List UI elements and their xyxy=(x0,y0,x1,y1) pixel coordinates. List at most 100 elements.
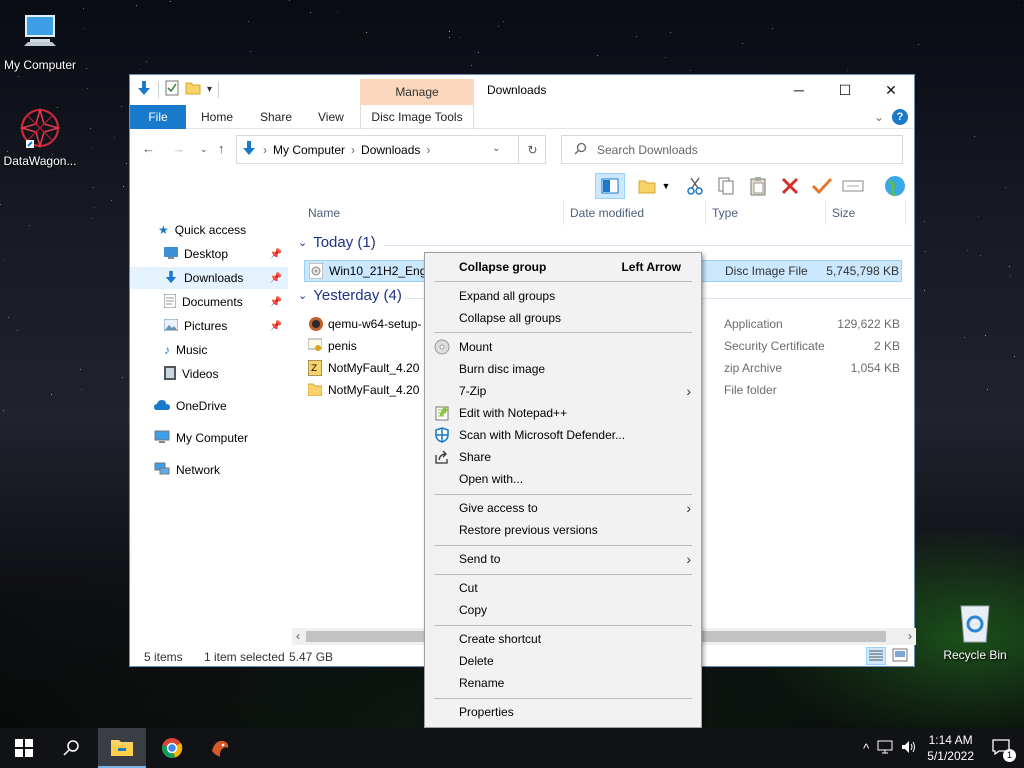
start-button[interactable] xyxy=(0,728,48,768)
column-header-date-modified[interactable]: Date modified xyxy=(564,201,706,225)
group-header-today[interactable]: ⌄ Today (1) xyxy=(298,234,376,251)
show-hidden-icons-icon[interactable]: ^ xyxy=(863,741,869,756)
details-view-icon[interactable] xyxy=(866,647,886,665)
menu-item-collapse-group[interactable]: Collapse group Left Arrow xyxy=(425,256,701,278)
taskbar-app[interactable] xyxy=(196,728,244,768)
nav-item-downloads[interactable]: Downloads 📌 xyxy=(130,267,288,289)
breadcrumb-separator-icon[interactable]: › xyxy=(426,143,430,157)
menu-item-cut[interactable]: Cut xyxy=(425,577,701,599)
search-taskbar-button[interactable] xyxy=(48,728,96,768)
pin-icon[interactable]: 📌 xyxy=(270,297,282,308)
expand-ribbon-icon[interactable]: ⌄ xyxy=(874,110,884,124)
nav-item-quick-access[interactable]: ★ Quick access xyxy=(130,219,288,241)
menu-item-label: Give access to xyxy=(459,501,538,515)
breadcrumb-downloads[interactable]: Downloads xyxy=(361,143,420,157)
tab-disc-image-tools[interactable]: Disc Image Tools xyxy=(360,105,474,129)
network-tray-icon[interactable] xyxy=(877,740,893,757)
group-header-yesterday[interactable]: ⌄ Yesterday (4) xyxy=(298,287,402,304)
nav-item-pictures[interactable]: Pictures 📌 xyxy=(130,315,288,337)
tab-share[interactable]: Share xyxy=(260,105,292,129)
maximize-button[interactable]: ☐ xyxy=(822,75,868,105)
nav-item-music[interactable]: ♪ Music xyxy=(130,339,288,361)
clock[interactable]: 1:14 AM 5/1/2022 xyxy=(927,732,974,764)
forward-arrow-icon[interactable]: → xyxy=(172,141,185,156)
menu-item-rename[interactable]: Rename xyxy=(425,672,701,694)
minimize-button[interactable]: ─ xyxy=(776,75,822,105)
paste-icon[interactable] xyxy=(747,175,769,197)
menu-item-7zip[interactable]: 7-Zip › xyxy=(425,380,701,402)
menu-item-scan-with-defender[interactable]: Scan with Microsoft Defender... xyxy=(425,424,701,446)
menu-item-copy[interactable]: Copy xyxy=(425,599,701,621)
scroll-right-icon[interactable]: › xyxy=(908,629,912,643)
menu-item-burn-disc-image[interactable]: Burn disc image xyxy=(425,358,701,380)
menu-item-send-to[interactable]: Send to › xyxy=(425,548,701,570)
manage-contextual-tab-header[interactable]: Manage xyxy=(360,79,474,105)
menu-item-mount[interactable]: Mount xyxy=(425,336,701,358)
taskbar-file-explorer[interactable] xyxy=(98,728,146,768)
preview-pane-icon[interactable] xyxy=(595,173,625,199)
desktop-icon-recycle-bin[interactable]: Recycle Bin xyxy=(935,600,1015,662)
notification-center-icon[interactable]: 1 xyxy=(992,738,1016,762)
qat-dropdown-icon[interactable]: ▾ xyxy=(207,84,212,95)
back-arrow-icon[interactable]: ← xyxy=(142,141,155,156)
tab-home[interactable]: Home xyxy=(201,105,233,129)
new-folder-icon[interactable] xyxy=(185,80,201,99)
menu-item-restore-previous-versions[interactable]: Restore previous versions xyxy=(425,519,701,541)
desktop-icon-my-computer[interactable]: My Computer xyxy=(0,10,80,72)
menu-item-edit-with-notepad[interactable]: Edit with Notepad++ xyxy=(425,402,701,424)
tab-file[interactable]: File xyxy=(130,105,186,129)
nav-item-network[interactable]: Network xyxy=(130,459,288,481)
nav-item-label: Desktop xyxy=(184,247,229,261)
delete-icon[interactable] xyxy=(779,175,801,197)
checkmark-icon[interactable] xyxy=(811,175,833,197)
menu-item-open-with[interactable]: Open with... xyxy=(425,468,701,490)
menu-item-collapse-all-groups[interactable]: Collapse all groups xyxy=(425,307,701,329)
search-input[interactable]: Search Downloads xyxy=(561,135,903,164)
volume-icon[interactable] xyxy=(901,740,917,757)
menu-item-share[interactable]: Share xyxy=(425,446,701,468)
scroll-left-icon[interactable]: ‹ xyxy=(296,629,300,643)
star-dot xyxy=(449,31,450,32)
breadcrumb-my-computer[interactable]: My Computer xyxy=(273,143,345,157)
large-icons-view-icon[interactable] xyxy=(892,648,908,665)
menu-item-delete[interactable]: Delete xyxy=(425,650,701,672)
close-button[interactable]: ✕ xyxy=(868,75,914,105)
pin-icon[interactable]: 📌 xyxy=(270,273,282,284)
star-icon: ★ xyxy=(158,223,169,237)
cut-icon[interactable] xyxy=(684,175,706,197)
star-dot xyxy=(250,51,251,52)
column-header-type[interactable]: Type xyxy=(706,201,826,225)
rename-icon[interactable] xyxy=(842,175,864,197)
refresh-icon[interactable]: ↻ xyxy=(518,135,546,164)
globe-icon[interactable] xyxy=(882,173,908,199)
desktop-icon-datawagon[interactable]: DataWagon... xyxy=(0,106,80,168)
help-icon[interactable]: ? xyxy=(892,109,908,125)
address-dropdown-icon[interactable]: ⌄ xyxy=(492,143,500,154)
breadcrumb-separator-icon[interactable]: › xyxy=(351,143,355,157)
properties-icon[interactable] xyxy=(165,80,179,99)
up-arrow-icon[interactable]: ↑ xyxy=(218,141,225,156)
nav-item-desktop[interactable]: Desktop 📌 xyxy=(130,243,288,265)
nav-item-videos[interactable]: Videos xyxy=(130,363,288,385)
column-header-name[interactable]: Name xyxy=(302,201,564,225)
nav-item-my-computer[interactable]: My Computer xyxy=(130,427,288,449)
music-folder-icon: ♪ xyxy=(164,343,170,357)
tab-view[interactable]: View xyxy=(318,105,344,129)
menu-item-expand-all-groups[interactable]: Expand all groups xyxy=(425,285,701,307)
menu-item-create-shortcut[interactable]: Create shortcut xyxy=(425,628,701,650)
nav-item-onedrive[interactable]: OneDrive xyxy=(130,395,288,417)
pin-icon[interactable]: 📌 xyxy=(270,249,282,260)
copy-icon[interactable] xyxy=(715,175,737,197)
recent-locations-icon[interactable]: ⌄ xyxy=(200,144,208,155)
breadcrumb-separator-icon[interactable]: › xyxy=(263,143,267,157)
new-item-icon[interactable] xyxy=(636,175,658,197)
taskbar-chrome[interactable] xyxy=(148,728,196,768)
menu-item-properties[interactable]: Properties xyxy=(425,701,701,723)
title-bar[interactable]: ▾ Manage Downloads ─ ☐ ✕ xyxy=(130,75,914,105)
menu-item-give-access-to[interactable]: Give access to › xyxy=(425,497,701,519)
nav-item-documents[interactable]: Documents 📌 xyxy=(130,291,288,313)
downloads-folder-icon xyxy=(164,270,178,287)
column-header-size[interactable]: Size xyxy=(826,201,906,225)
pin-icon[interactable]: 📌 xyxy=(270,321,282,332)
new-item-dropdown-icon[interactable]: ▼ xyxy=(660,175,672,197)
